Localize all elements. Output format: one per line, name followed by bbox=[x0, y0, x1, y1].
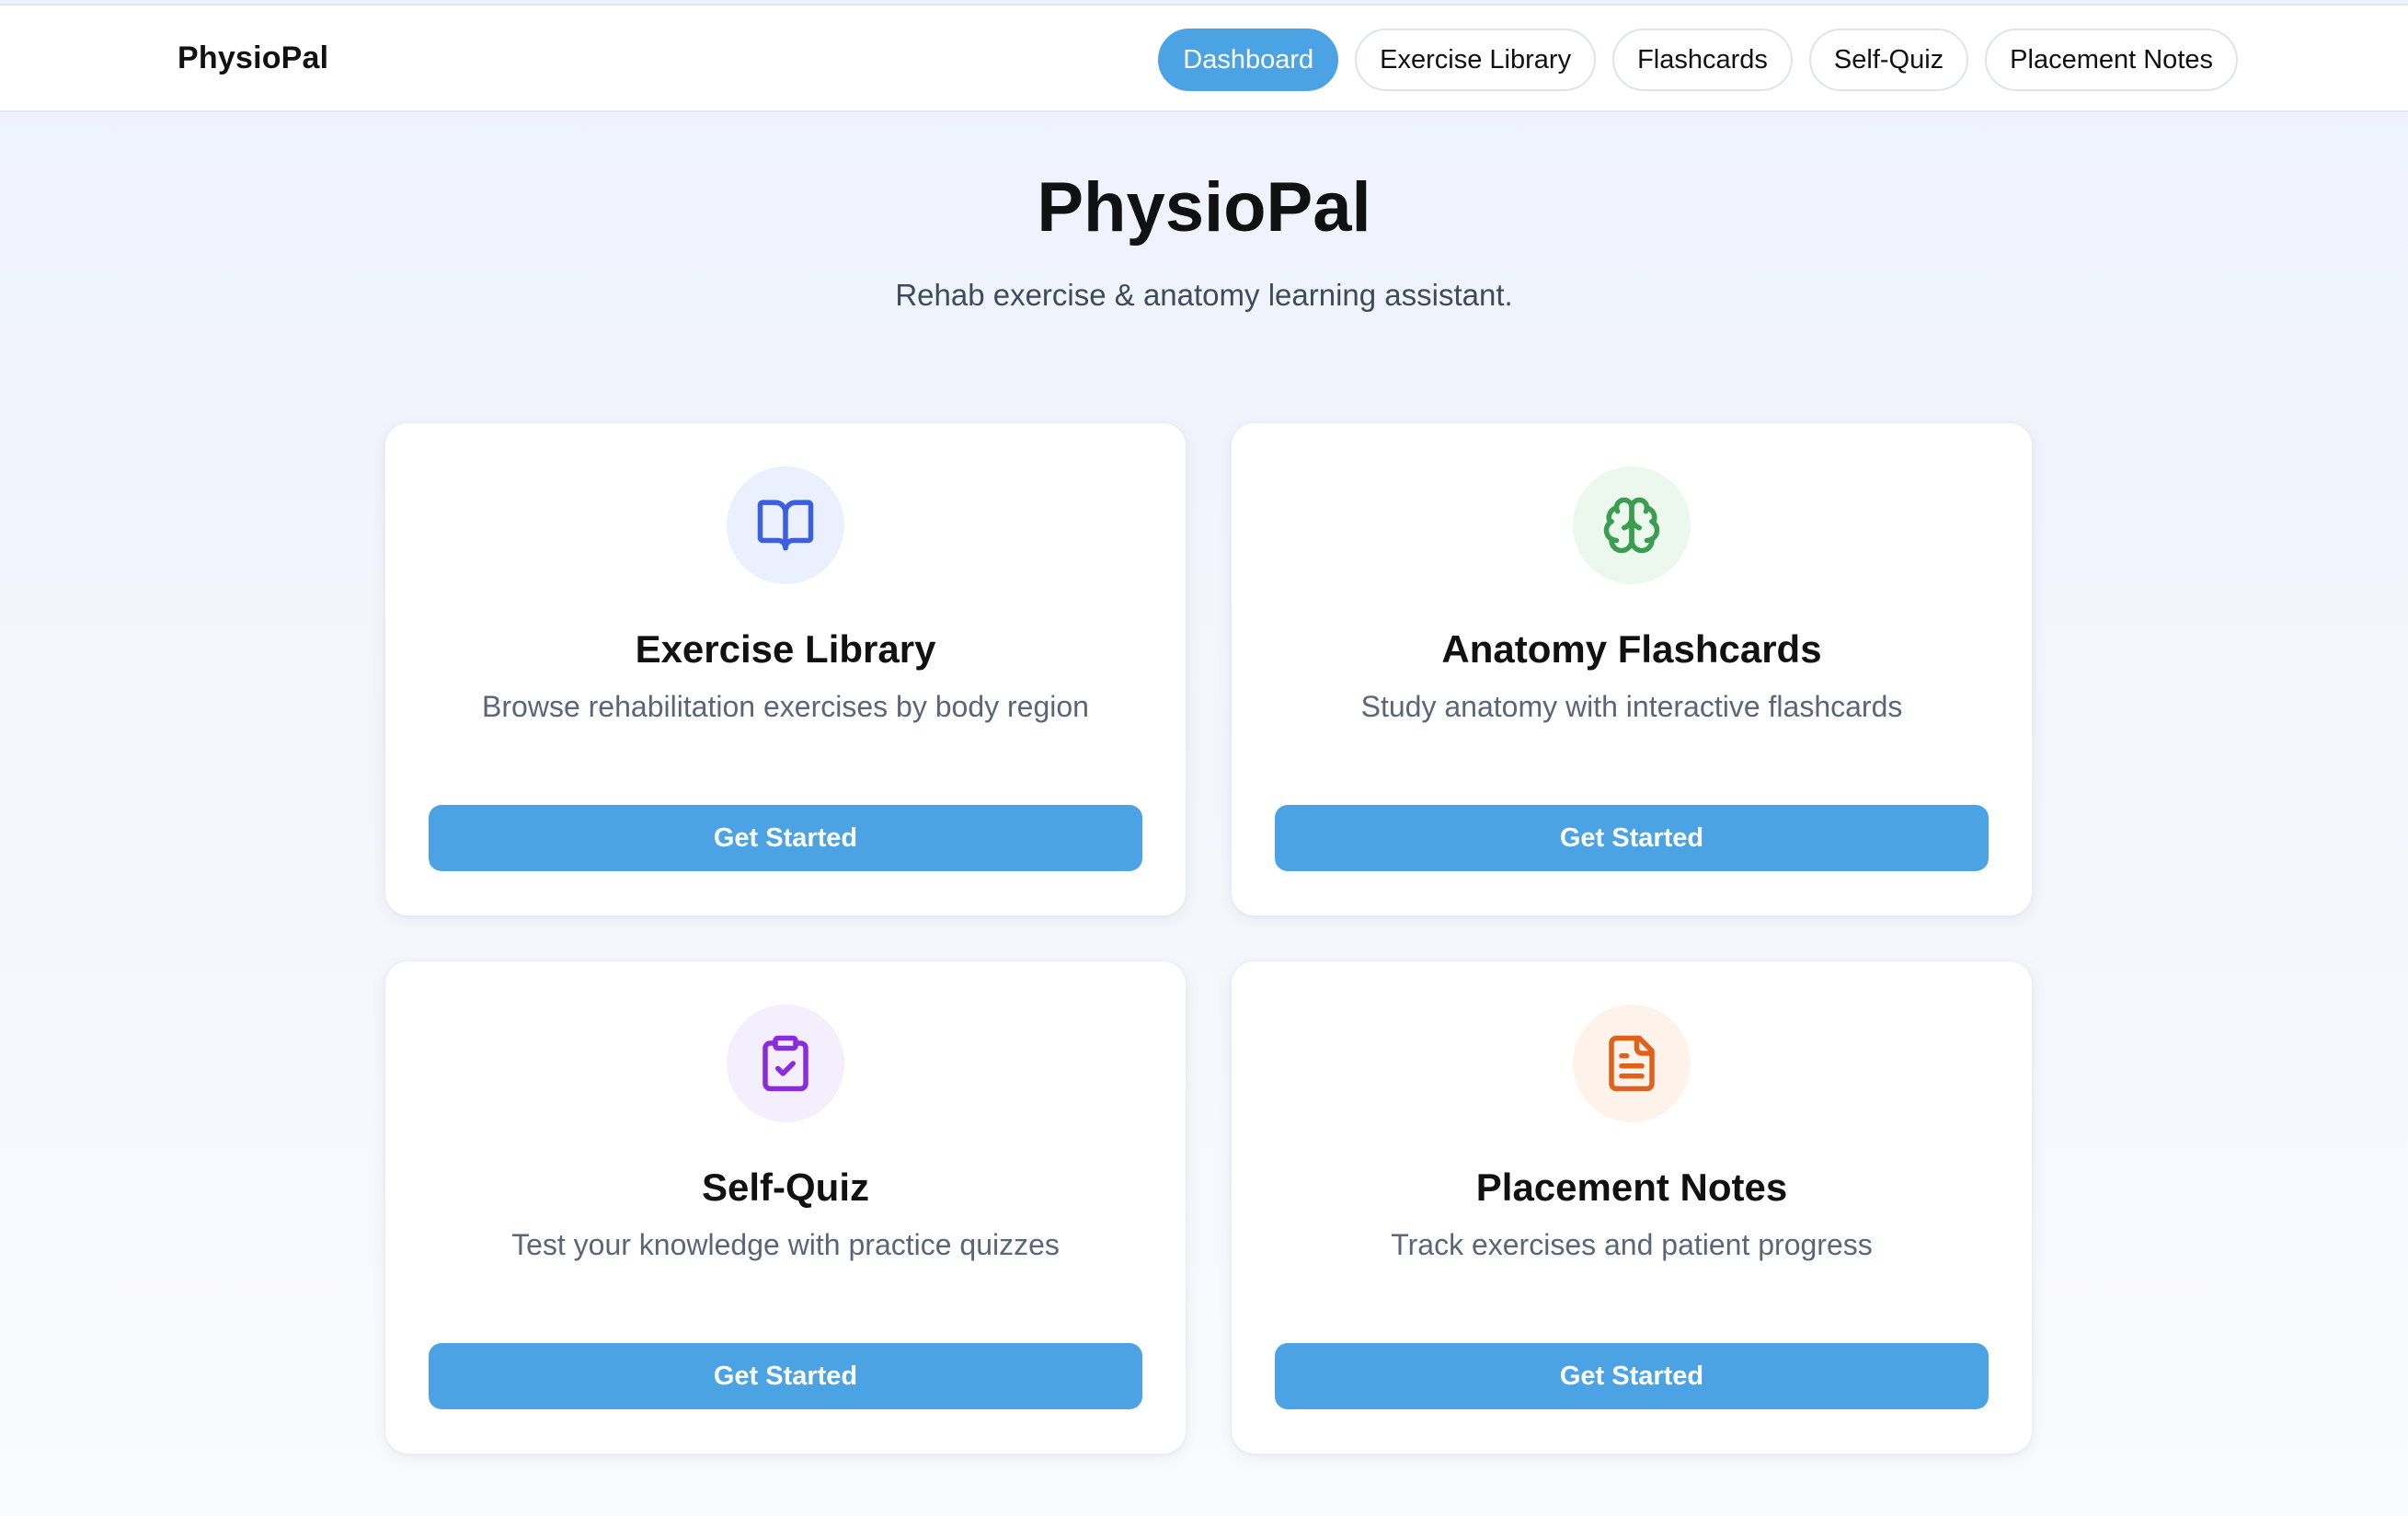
file-text-icon bbox=[1609, 1035, 1655, 1092]
page-subtitle: Rehab exercise & anatomy learning assist… bbox=[895, 278, 1513, 312]
brand-logo-text[interactable]: PhysioPal bbox=[178, 40, 328, 76]
card-description: Study anatomy with interactive flashcard… bbox=[1360, 690, 1903, 723]
card-title: Anatomy Flashcards bbox=[1441, 627, 1822, 671]
brain-icon bbox=[1603, 497, 1660, 554]
card-description: Track exercises and patient progress bbox=[1391, 1228, 1873, 1261]
main-nav: Dashboard Exercise Library Flashcards Se… bbox=[1158, 29, 2238, 91]
card-title: Exercise Library bbox=[635, 627, 936, 671]
card-title: Placement Notes bbox=[1475, 1166, 1788, 1209]
exercise-library-icon-badge bbox=[727, 466, 844, 584]
exercise-library-card: Exercise Library Browse rehabilitation e… bbox=[384, 422, 1187, 916]
nav-tab-dashboard[interactable]: Dashboard bbox=[1158, 29, 1339, 91]
page-title: PhysioPal bbox=[1037, 168, 1371, 247]
self-quiz-get-started-button[interactable]: Get Started bbox=[429, 1343, 1142, 1409]
exercise-library-get-started-button[interactable]: Get Started bbox=[429, 805, 1142, 871]
nav-tab-self-quiz[interactable]: Self-Quiz bbox=[1808, 29, 1969, 91]
placement-notes-get-started-button[interactable]: Get Started bbox=[1275, 1343, 1989, 1409]
nav-tab-flashcards[interactable]: Flashcards bbox=[1612, 29, 1793, 91]
feature-card-grid: Exercise Library Browse rehabilitation e… bbox=[384, 422, 2033, 1454]
anatomy-flashcards-get-started-button[interactable]: Get Started bbox=[1275, 805, 1989, 871]
self-quiz-icon-badge bbox=[727, 1005, 844, 1122]
book-open-icon bbox=[757, 500, 814, 551]
clipboard-check-icon bbox=[763, 1035, 808, 1092]
nav-tab-exercise-library[interactable]: Exercise Library bbox=[1355, 29, 1597, 91]
card-title: Self-Quiz bbox=[701, 1166, 869, 1209]
anatomy-flashcards-icon-badge bbox=[1573, 466, 1691, 584]
top-nav-bar: PhysioPal Dashboard Exercise Library Fla… bbox=[0, 4, 2408, 112]
nav-tab-placement-notes[interactable]: Placement Notes bbox=[1985, 29, 2238, 91]
self-quiz-card: Self-Quiz Test your knowledge with pract… bbox=[384, 960, 1187, 1454]
placement-notes-icon-badge bbox=[1573, 1005, 1691, 1122]
placement-notes-card: Placement Notes Track exercises and pati… bbox=[1231, 960, 2033, 1454]
card-description: Test your knowledge with practice quizze… bbox=[511, 1228, 1060, 1261]
card-description: Browse rehabilitation exercises by body … bbox=[482, 690, 1089, 723]
anatomy-flashcards-card: Anatomy Flashcards Study anatomy with in… bbox=[1231, 422, 2033, 916]
